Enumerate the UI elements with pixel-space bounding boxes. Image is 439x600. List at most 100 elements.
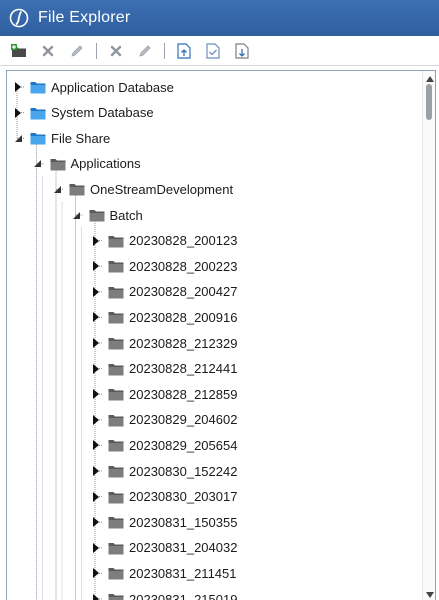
folder-icon — [108, 387, 124, 401]
tree-node[interactable]: File Share — [13, 126, 110, 150]
expand-arrow-icon[interactable] — [91, 261, 101, 272]
tree-node-label: 20230831_204032 — [129, 540, 238, 556]
tree-node[interactable]: 20230831_215019 — [91, 587, 237, 600]
tree-node-label: 20230828_200427 — [129, 284, 238, 300]
collapse-arrow-icon[interactable] — [33, 159, 43, 169]
database-folder-icon — [30, 131, 46, 145]
expand-arrow-icon[interactable] — [91, 414, 101, 425]
tree-node-label: 20230830_152242 — [129, 463, 238, 479]
delete-button[interactable] — [37, 40, 59, 62]
tree-node[interactable]: 20230828_200916 — [91, 305, 237, 329]
scroll-up-arrow-icon[interactable] — [425, 74, 434, 83]
upload-file-icon — [177, 42, 191, 59]
expand-arrow-icon[interactable] — [91, 491, 101, 502]
folder-icon — [108, 362, 124, 376]
toolbar — [0, 36, 439, 66]
tree-node-label: 20230831_150355 — [129, 514, 238, 530]
tree-node-label: 20230828_200916 — [129, 309, 238, 325]
tree-node[interactable]: 20230828_200223 — [91, 254, 237, 278]
folder-icon — [108, 336, 124, 350]
expand-arrow-icon[interactable] — [91, 517, 101, 528]
tree-node-label: 20230828_200123 — [129, 233, 238, 249]
tree-node-label: Batch — [109, 207, 143, 223]
tree-node[interactable]: System Database — [13, 101, 154, 125]
upload-file-button[interactable] — [173, 40, 195, 62]
expand-arrow-icon[interactable] — [91, 568, 101, 579]
download-file-button[interactable] — [231, 40, 253, 62]
folder-icon — [50, 157, 66, 171]
expand-arrow-icon[interactable] — [91, 440, 101, 451]
collapse-arrow-icon[interactable] — [52, 184, 62, 194]
tree-node-label: 20230828_212441 — [129, 361, 238, 377]
edit-file-button[interactable] — [134, 40, 156, 62]
window-title: File Explorer — [38, 9, 131, 26]
expand-arrow-icon[interactable] — [13, 107, 23, 118]
folder-icon — [69, 182, 85, 196]
scroll-thumb[interactable] — [426, 84, 432, 120]
folder-icon — [108, 259, 124, 273]
expand-arrow-icon[interactable] — [91, 542, 101, 553]
expand-arrow-icon[interactable] — [91, 312, 101, 323]
vertical-scrollbar[interactable] — [422, 71, 435, 600]
tree-node[interactable]: Applications — [33, 152, 141, 176]
pencil-icon — [71, 44, 83, 57]
collapse-arrow-icon[interactable] — [72, 210, 82, 220]
tree-node[interactable]: 20230829_205654 — [91, 433, 237, 457]
tree-node[interactable]: 20230831_204032 — [91, 536, 237, 560]
tree-node[interactable]: 20230828_200427 — [91, 280, 237, 304]
tree-node[interactable]: 20230831_150355 — [91, 510, 237, 534]
tree-node[interactable]: 20230830_152242 — [91, 459, 237, 483]
tree-node[interactable]: 20230828_212441 — [91, 357, 237, 381]
database-folder-icon — [30, 80, 46, 94]
tree-node-label: 20230828_212329 — [129, 335, 238, 351]
expand-arrow-icon[interactable] — [91, 363, 101, 374]
tree-node-label: 20230828_212859 — [129, 386, 238, 402]
expand-arrow-icon[interactable] — [91, 389, 101, 400]
tree-node[interactable]: Batch — [72, 203, 143, 227]
tree-node[interactable]: 20230830_203017 — [91, 485, 237, 509]
database-folder-icon — [30, 106, 46, 120]
open-file-icon — [206, 42, 220, 59]
folder-icon — [108, 234, 124, 248]
folder-icon — [108, 541, 124, 555]
folder-icon — [108, 515, 124, 529]
delete-x-icon — [42, 45, 54, 56]
folder-icon — [108, 285, 124, 299]
tree-node[interactable]: 20230828_212329 — [91, 331, 237, 355]
expand-arrow-icon[interactable] — [13, 82, 23, 92]
delete-file-button[interactable] — [105, 40, 127, 62]
folder-add-icon — [11, 43, 26, 57]
tree-node[interactable]: 20230828_212859 — [91, 382, 237, 406]
tree-node[interactable]: Application Database — [13, 75, 174, 99]
title-bar: File Explorer — [0, 0, 439, 36]
tree-node-label: 20230831_215019 — [129, 591, 238, 600]
pencil-icon — [139, 44, 151, 57]
tree-node[interactable]: OneStreamDevelopment — [52, 177, 233, 201]
onestream-logo-icon — [8, 7, 30, 29]
tree-node-label: OneStreamDevelopment — [90, 181, 234, 197]
expand-arrow-icon[interactable] — [91, 338, 101, 348]
expand-arrow-icon[interactable] — [91, 466, 101, 476]
expand-arrow-icon[interactable] — [91, 594, 101, 600]
toolbar-separator — [96, 42, 97, 59]
file-tree: Application Database System Database File … — [6, 70, 436, 600]
tree-node[interactable]: 20230831_211451 — [91, 561, 237, 585]
expand-arrow-icon[interactable] — [91, 235, 101, 246]
tree-node-label: 20230829_205654 — [129, 437, 238, 453]
rename-button[interactable] — [66, 40, 88, 62]
toolbar-separator — [164, 42, 165, 59]
tree-node-label: 20230828_200223 — [129, 258, 238, 274]
folder-icon — [108, 566, 124, 580]
expand-arrow-icon[interactable] — [91, 286, 101, 297]
collapse-arrow-icon[interactable] — [13, 133, 23, 143]
open-file-button[interactable] — [202, 40, 224, 62]
scroll-down-arrow-icon[interactable] — [425, 590, 434, 599]
folder-icon — [108, 310, 124, 324]
tree-node-label: Applications — [70, 156, 141, 172]
create-folder-button[interactable] — [8, 40, 30, 62]
folder-icon — [89, 208, 105, 222]
download-file-icon — [234, 42, 249, 59]
tree-node[interactable]: 20230828_200123 — [91, 229, 237, 253]
tree-node[interactable]: 20230829_204602 — [91, 408, 237, 432]
folder-icon — [108, 464, 124, 478]
